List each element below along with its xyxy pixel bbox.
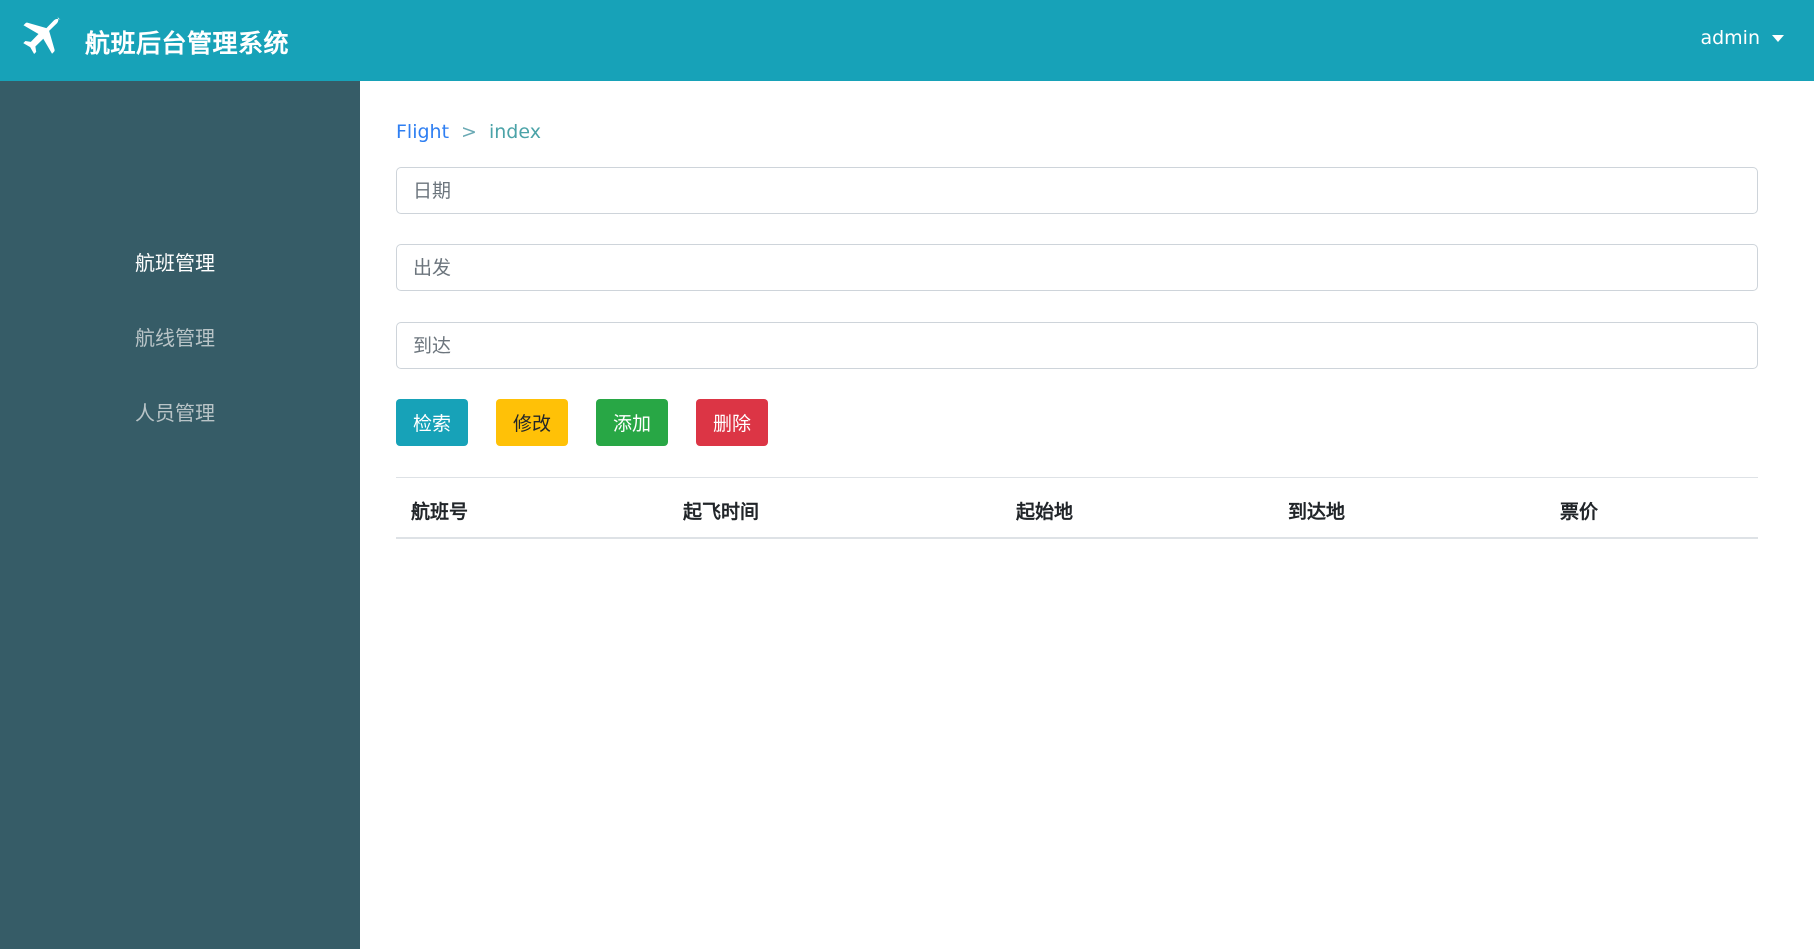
caret-down-icon	[1772, 34, 1784, 42]
sidebar-item-route-management[interactable]: 航线管理	[135, 322, 215, 351]
date-input[interactable]	[396, 167, 1758, 214]
flight-table: 航班号 起飞时间 起始地 到达地 票价	[396, 477, 1758, 539]
column-header-flight-number: 航班号	[411, 501, 469, 523]
sidebar: 航班管理 航线管理 人员管理	[0, 81, 360, 949]
column-header-destination: 到达地	[1288, 501, 1346, 523]
column-header-departure-time: 起飞时间	[683, 501, 760, 523]
departure-input[interactable]	[396, 244, 1758, 291]
breadcrumb-current: index	[488, 121, 541, 143]
column-header-origin: 起始地	[1016, 501, 1074, 523]
top-header: 航班后台管理系统 admin	[0, 0, 1814, 81]
column-header-price: 票价	[1560, 501, 1599, 523]
delete-button[interactable]: 删除	[696, 399, 768, 446]
breadcrumb-separator: >	[461, 121, 477, 143]
edit-button[interactable]: 修改	[496, 399, 568, 446]
airplane-icon	[23, 16, 61, 54]
username: admin	[1700, 27, 1760, 49]
user-menu[interactable]: admin	[1700, 27, 1784, 49]
search-button[interactable]: 检索	[396, 399, 468, 446]
main-content: Flight > index 检索 修改 添加 删除 航班号 起飞时间 起始地 …	[360, 81, 1814, 949]
arrival-input[interactable]	[396, 322, 1758, 369]
sidebar-item-staff-management[interactable]: 人员管理	[135, 397, 215, 426]
app-title: 航班后台管理系统	[85, 29, 290, 58]
sidebar-item-flight-management[interactable]: 航班管理	[135, 247, 215, 276]
add-button[interactable]: 添加	[596, 399, 668, 446]
breadcrumb: Flight > index	[396, 121, 541, 143]
breadcrumb-flight-link[interactable]: Flight	[396, 121, 449, 143]
